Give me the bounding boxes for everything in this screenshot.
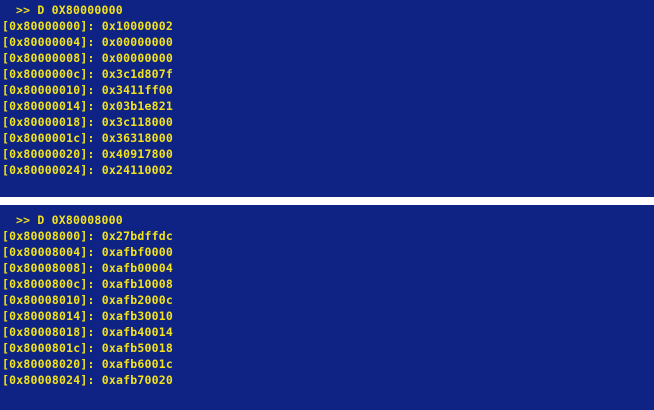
memory-line: [0x80008010]: 0xafb2000c [2,293,173,307]
memory-line: [0x80000018]: 0x3c118000 [2,115,173,129]
memory-line: [0x8000800c]: 0xafb10008 [2,277,173,291]
console-panel-2: >> D 0X80008000 [0x80008000]: 0x27bdffdc… [0,205,654,410]
console-panel-1: >> D 0X80000000 [0x80000000]: 0x10000002… [0,0,654,197]
memory-line: [0x80000008]: 0x00000000 [2,51,173,65]
memory-line: [0x80008000]: 0x27bdffdc [2,229,173,243]
command-line: >> D 0X80008000 [16,213,123,227]
memory-line: [0x80000020]: 0x40917800 [2,147,173,161]
memory-line: [0x80008024]: 0xafb70020 [2,373,173,387]
command-line: >> D 0X80000000 [16,3,123,17]
memory-line: [0x8000001c]: 0x36318000 [2,131,173,145]
memory-line: [0x80000014]: 0x03b1e821 [2,99,173,113]
memory-line: [0x80000010]: 0x3411ff00 [2,83,173,97]
memory-line: [0x8000801c]: 0xafb50018 [2,341,173,355]
memory-line: [0x80008004]: 0xafbf0000 [2,245,173,259]
memory-line: [0x80008014]: 0xafb30010 [2,309,173,323]
memory-line: [0x80008020]: 0xafb6001c [2,357,173,371]
memory-line: [0x80008008]: 0xafb00004 [2,261,173,275]
memory-line: [0x80000004]: 0x00000000 [2,35,173,49]
memory-line: [0x80000000]: 0x10000002 [2,19,173,33]
memory-line: [0x80000024]: 0x24110002 [2,163,173,177]
memory-line: [0x8000000c]: 0x3c1d807f [2,67,173,81]
memory-line: [0x80008018]: 0xafb40014 [2,325,173,339]
